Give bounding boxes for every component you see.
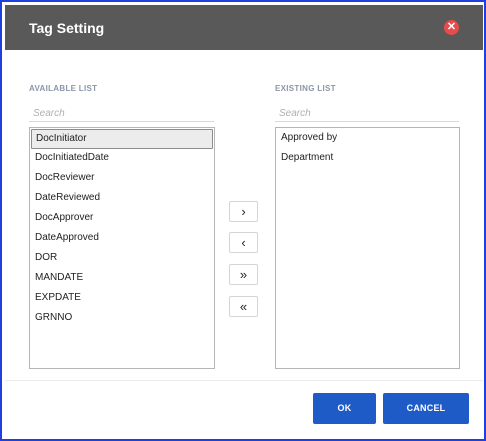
dialog-header: Tag Setting ✕ [5, 5, 483, 50]
list-item[interactable]: Department [277, 149, 458, 169]
list-item[interactable]: DocInitiator [31, 129, 213, 149]
list-item[interactable]: DateApproved [31, 229, 213, 249]
ok-button[interactable]: OK [313, 393, 376, 424]
dialog-title: Tag Setting [29, 20, 105, 36]
list-item[interactable]: DocInitiatedDate [31, 149, 213, 169]
cancel-button[interactable]: CANCEL [383, 393, 469, 424]
available-list-label: AVAILABLE LIST [29, 84, 98, 93]
existing-list[interactable]: Approved by Department [275, 127, 460, 369]
list-item[interactable]: Approved by [277, 129, 458, 149]
existing-list-label: EXISTING LIST [275, 84, 336, 93]
available-list[interactable]: DocInitiator DocInitiatedDate DocReviewer D… [29, 127, 215, 369]
existing-search-input[interactable] [275, 106, 459, 122]
footer-divider [5, 380, 483, 381]
list-item[interactable]: DocReviewer [31, 169, 213, 189]
available-search-input[interactable] [29, 106, 214, 122]
list-item[interactable]: MANDATE [31, 269, 213, 289]
move-right-button[interactable]: › [229, 201, 258, 222]
move-all-left-button[interactable]: « [229, 296, 258, 317]
tag-setting-dialog: Tag Setting ✕ AVAILABLE LIST DocInitiato… [0, 0, 486, 441]
list-item[interactable]: EXPDATE [31, 289, 213, 309]
close-icon[interactable]: ✕ [444, 20, 459, 35]
list-item[interactable]: DOR [31, 249, 213, 269]
move-all-right-button[interactable]: » [229, 264, 258, 285]
list-item[interactable]: GRNNO [31, 309, 213, 329]
list-item[interactable]: DateReviewed [31, 189, 213, 209]
list-item[interactable]: DocApprover [31, 209, 213, 229]
move-left-button[interactable]: ‹ [229, 232, 258, 253]
